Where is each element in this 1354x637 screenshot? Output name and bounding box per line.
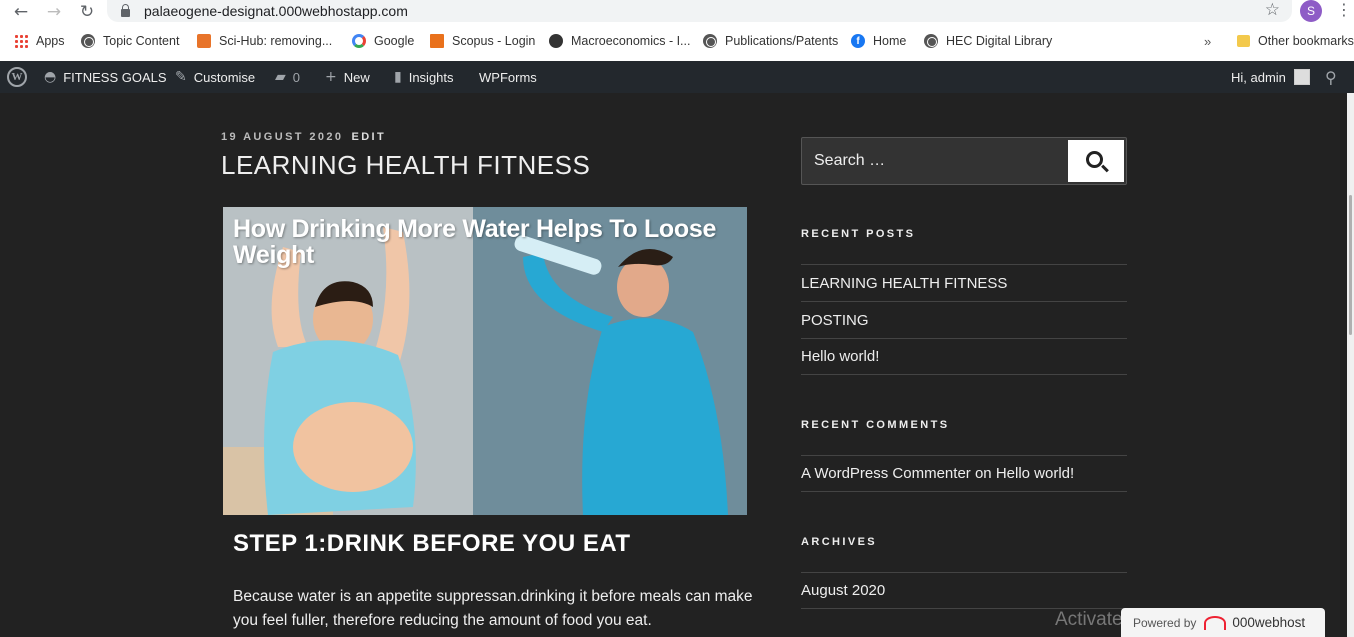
bookmark-topic-content[interactable]: Topic Content: [81, 34, 179, 48]
comment-author-link[interactable]: A WordPress Commenter: [801, 465, 971, 482]
post-meta: 19 AUGUST 2020 EDIT: [221, 131, 386, 143]
admin-comments[interactable]: ▰ 0: [275, 61, 300, 93]
admin-wpforms[interactable]: WPForms: [479, 61, 537, 93]
webhost-logo-icon: [1204, 615, 1227, 630]
globe-icon: [81, 34, 95, 48]
recent-posts-title: RECENT POSTS: [801, 228, 916, 240]
bookmark-scihub[interactable]: Sci-Hub: removing...: [197, 34, 332, 48]
forward-arrow-icon[interactable]: →: [41, 2, 67, 22]
page-scrollbar[interactable]: [1347, 93, 1354, 637]
lock-icon: [121, 3, 130, 17]
facebook-icon: f: [851, 34, 865, 48]
scopus-icon: [430, 34, 444, 48]
search-button[interactable]: [1068, 140, 1124, 182]
admin-insights[interactable]: ▮ Insights: [394, 61, 454, 93]
brush-icon: ✎: [175, 69, 187, 85]
search-form: [801, 137, 1127, 185]
folder-icon: [1237, 35, 1250, 47]
bookmark-star-icon[interactable]: ☆: [1265, 0, 1280, 20]
edit-link[interactable]: EDIT: [351, 131, 386, 143]
address-bar[interactable]: palaeogene-designat.000webhostapp.com ☆: [107, 0, 1292, 22]
bookmark-google[interactable]: Google: [352, 34, 414, 48]
bookmark-scopus[interactable]: Scopus - Login: [430, 34, 535, 48]
reload-icon[interactable]: ↻: [74, 2, 100, 22]
url-text[interactable]: palaeogene-designat.000webhostapp.com: [144, 3, 408, 19]
comment-post-link[interactable]: Hello world!: [996, 465, 1074, 482]
post-date[interactable]: 19 AUGUST 2020: [221, 131, 343, 143]
bookmark-apps[interactable]: Apps: [14, 34, 65, 48]
scrollbar-thumb[interactable]: [1349, 195, 1352, 335]
apps-grid-icon: [14, 34, 28, 48]
archives-title: ARCHIVES: [801, 536, 878, 548]
post-body: Because water is an appetite suppressan.…: [233, 588, 753, 629]
archives-list: August 2020: [801, 572, 1127, 609]
google-icon: [352, 34, 366, 48]
recent-post-link[interactable]: Hello world!: [801, 338, 1127, 375]
recent-post-link[interactable]: POSTING: [801, 301, 1127, 338]
profile-avatar[interactable]: S: [1300, 0, 1322, 22]
powered-by-badge[interactable]: Powered by 000webhost: [1121, 608, 1325, 637]
post-featured-image: How Drinking More Water Helps To Loose W…: [223, 207, 747, 515]
back-arrow-icon[interactable]: ←: [8, 2, 34, 22]
post-title: LEARNING HEALTH FITNESS: [221, 150, 591, 180]
search-icon: [1085, 150, 1103, 168]
image-caption: How Drinking More Water Helps To Loose W…: [233, 215, 717, 269]
more-bookmarks-chevron-icon[interactable]: »: [1204, 34, 1211, 49]
macro-icon: [549, 34, 563, 48]
bookmark-hec-library[interactable]: HEC Digital Library: [924, 34, 1052, 48]
scihub-icon: [197, 34, 211, 48]
activate-windows-watermark: Activate: [1055, 609, 1123, 630]
globe-icon: [924, 34, 938, 48]
recent-post-link[interactable]: LEARNING HEALTH FITNESS: [801, 264, 1127, 301]
recent-comment-item: A WordPress Commenter on Hello world!: [801, 455, 1127, 492]
bookmark-publications[interactable]: Publications/Patents: [703, 34, 838, 48]
bookmarks-bar: Apps Topic Content Sci-Hub: removing... …: [0, 24, 1354, 61]
browser-toolbar: ← → ↻ palaeogene-designat.000webhostapp.…: [0, 0, 1354, 24]
comment-on-text: on: [974, 465, 992, 482]
recent-comments-title: RECENT COMMENTS: [801, 419, 950, 431]
other-bookmarks[interactable]: Other bookmarks: [1237, 34, 1354, 48]
recent-posts-list: LEARNING HEALTH FITNESS POSTING Hello wo…: [801, 264, 1127, 375]
step-heading: STEP 1:DRINK BEFORE YOU EAT: [233, 530, 631, 557]
comment-bubble-icon: ▰: [275, 69, 286, 85]
user-avatar-icon: [1293, 69, 1310, 85]
search-input[interactable]: [802, 138, 1064, 184]
admin-search-icon[interactable]: ⚲: [1325, 61, 1344, 93]
dashboard-gauge-icon: ◓: [44, 69, 57, 85]
admin-new[interactable]: + New: [325, 61, 370, 93]
admin-account[interactable]: Hi, admin: [1231, 61, 1310, 93]
wp-admin-bar: W ◓ FITNESS GOALS ✎ Customise ▰ 0 + New ▮ Ins…: [0, 61, 1354, 93]
admin-customise[interactable]: ✎ Customise: [175, 61, 255, 93]
recent-comments-list: A WordPress Commenter on Hello world!: [801, 455, 1127, 492]
bookmark-home[interactable]: f Home: [851, 34, 906, 48]
bar-chart-icon: ▮: [394, 69, 402, 85]
globe-icon: [703, 34, 717, 48]
browser-menu-icon[interactable]: ⋮: [1336, 0, 1352, 19]
archive-link[interactable]: August 2020: [801, 572, 1127, 609]
wordpress-logo-icon[interactable]: W: [7, 61, 27, 93]
bookmark-macroeconomics[interactable]: Macroeconomics - I...: [549, 34, 690, 48]
plus-icon: +: [325, 69, 337, 85]
admin-site-name[interactable]: ◓ FITNESS GOALS: [44, 61, 167, 93]
